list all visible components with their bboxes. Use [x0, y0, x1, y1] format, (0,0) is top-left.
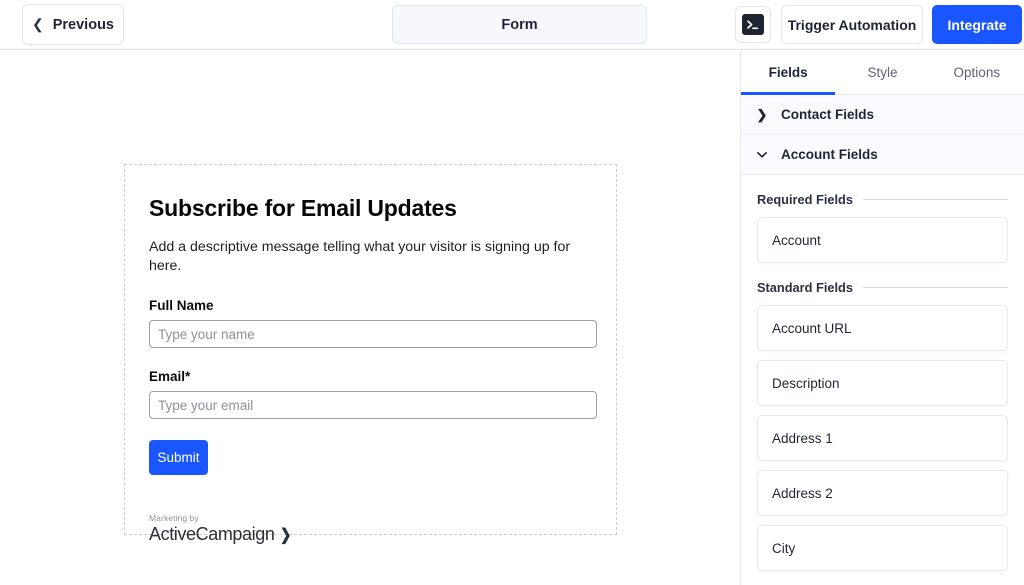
terminal-prompt-icon [742, 14, 764, 35]
section-title: Standard Fields [757, 280, 853, 295]
full-name-label: Full Name [149, 298, 214, 314]
previous-button[interactable]: ❮ Previous [22, 4, 124, 45]
tab-fields[interactable]: Fields [741, 51, 836, 95]
panel-tabs: Fields Style Options [741, 51, 1024, 95]
submit-button[interactable]: Submit [149, 440, 208, 476]
field-card-label: Account [772, 232, 821, 248]
trigger-automation-button[interactable]: Trigger Automation [781, 5, 923, 44]
section-header-required-fields: Required Fields [741, 192, 1024, 207]
form-description: Add a descriptive message telling what y… [149, 239, 571, 275]
field-card-label: Address 1 [772, 430, 833, 446]
field-card-account-url[interactable]: Account URL [757, 305, 1008, 351]
field-card-description[interactable]: Description [757, 360, 1008, 406]
branding-name: ActiveCampaign [149, 524, 275, 545]
tab-fields-label: Fields [768, 65, 808, 80]
top-toolbar: ❮ Previous Form Trigger Automation Integ… [0, 0, 1024, 50]
field-card-account[interactable]: Account [757, 217, 1008, 263]
chevron-right-icon: ❯ [756, 106, 768, 122]
form-tab[interactable]: Form [392, 5, 647, 44]
full-name-input[interactable] [149, 320, 597, 349]
field-card-label: Account URL [772, 320, 852, 336]
tab-style[interactable]: Style [835, 51, 929, 94]
previous-button-label: Previous [52, 16, 114, 33]
form-canvas: Subscribe for Email Updates Add a descri… [0, 51, 740, 585]
field-card-label: City [772, 540, 796, 556]
email-label: Email* [149, 369, 191, 385]
tab-options[interactable]: Options [930, 51, 1024, 94]
form-preview-box[interactable]: Subscribe for Email Updates Add a descri… [124, 164, 617, 544]
tab-options-label: Options [953, 65, 1001, 80]
field-card-label: Address 2 [772, 485, 833, 501]
accordion-account-fields[interactable]: Account Fields [741, 135, 1024, 175]
field-card-label: Description [772, 375, 840, 391]
field-card-address-1[interactable]: Address 1 [757, 415, 1008, 461]
form-tab-label: Form [501, 16, 538, 33]
chevron-left-icon: ❮ [32, 16, 44, 32]
activecampaign-logo-icon: ❯ [280, 527, 292, 545]
form-title: Subscribe for Email Updates [149, 195, 457, 221]
trigger-automation-label: Trigger Automation [787, 16, 917, 33]
section-rule [863, 287, 1008, 288]
branding-prefix: Marketing by [149, 513, 199, 524]
terminal-button[interactable] [735, 6, 771, 43]
chevron-down-icon [757, 151, 767, 159]
accordion-contact-fields[interactable]: ❯ Contact Fields [741, 95, 1024, 135]
section-header-standard-fields: Standard Fields [741, 280, 1024, 295]
right-panel: Fields Style Options ❯ Contact Fields Ac… [740, 51, 1024, 585]
activecampaign-branding: Marketing by ActiveCampaign ❯ [149, 513, 592, 545]
field-card-city[interactable]: City [757, 525, 1008, 571]
section-title: Required Fields [757, 192, 853, 207]
accordion-contact-fields-label: Contact Fields [781, 107, 875, 122]
email-input[interactable] [149, 391, 597, 420]
accordion-account-fields-label: Account Fields [781, 147, 878, 162]
integrate-button[interactable]: Integrate [932, 5, 1022, 44]
section-rule [863, 199, 1008, 200]
field-card-address-2[interactable]: Address 2 [757, 470, 1008, 516]
tab-style-label: Style [867, 65, 898, 80]
integrate-button-label: Integrate [947, 16, 1007, 33]
